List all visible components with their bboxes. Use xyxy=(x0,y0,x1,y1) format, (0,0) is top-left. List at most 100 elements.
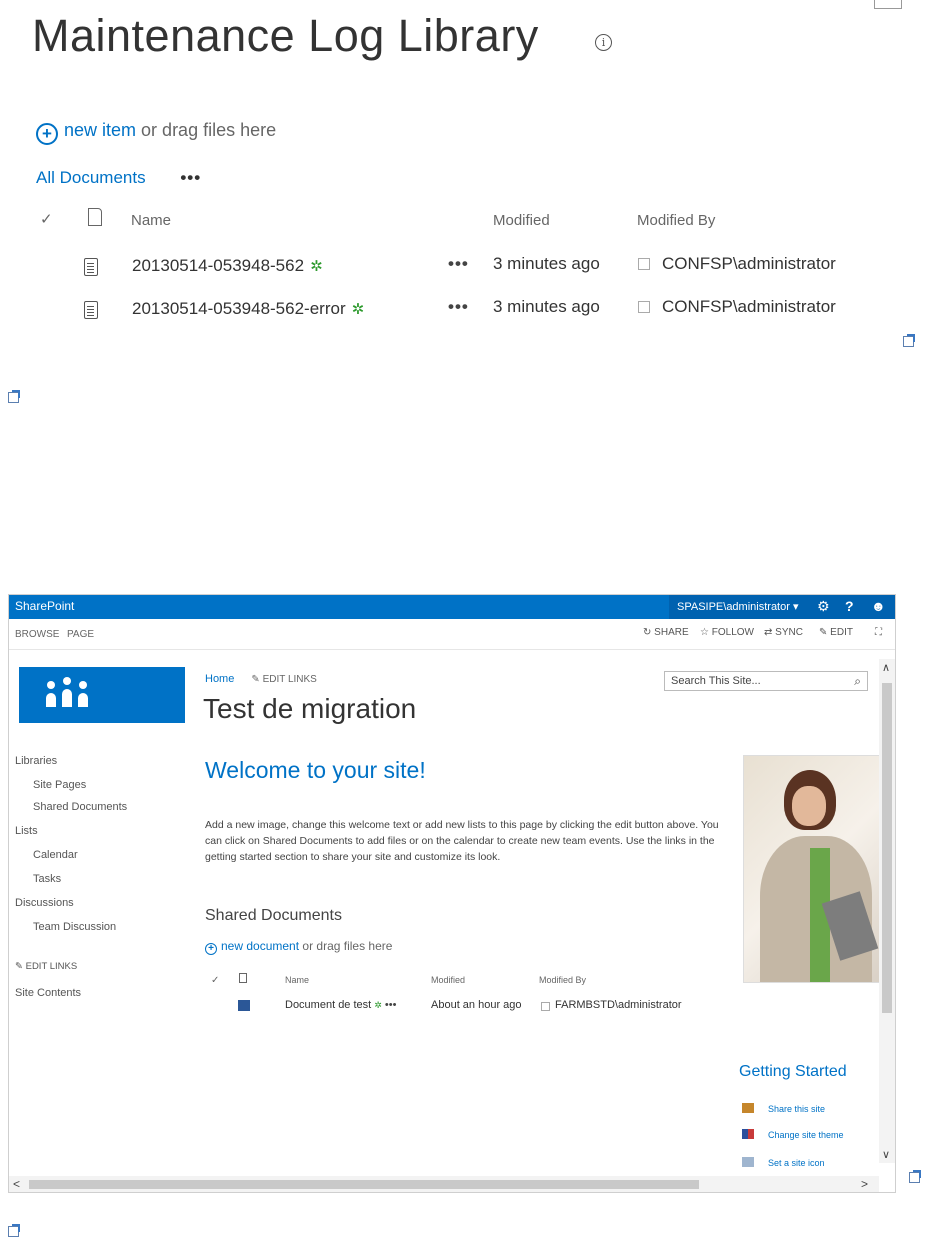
help-icon[interactable]: ? xyxy=(845,598,854,614)
breadcrumb: Home ✎ EDIT LINKS xyxy=(205,673,317,685)
info-icon[interactable]: i xyxy=(595,34,612,51)
word-document-icon xyxy=(238,1000,250,1011)
modified-value: 3 minutes ago xyxy=(493,297,600,316)
scroll-right-icon[interactable]: > xyxy=(861,1177,868,1191)
site-title[interactable]: Test de migration xyxy=(203,693,416,725)
modified-by-link[interactable]: CONFSP\administrator xyxy=(662,297,836,317)
column-header-name[interactable]: Name xyxy=(131,212,171,229)
share-site-icon xyxy=(742,1103,754,1113)
column-header-modified-by[interactable]: Modified By xyxy=(539,975,586,985)
external-link-icon[interactable] xyxy=(8,392,19,403)
add-icon[interactable]: + xyxy=(205,943,217,955)
welcome-heading: Welcome to your site! xyxy=(205,757,426,783)
site-logo[interactable] xyxy=(19,667,185,723)
new-item-link[interactable]: new item xyxy=(64,120,136,140)
item-menu-button[interactable]: ••• xyxy=(385,999,397,1011)
vertical-scroll-thumb[interactable] xyxy=(882,683,892,1013)
welcome-photo xyxy=(743,755,889,983)
gear-icon[interactable]: ⚙ xyxy=(817,598,830,615)
search-icon[interactable]: ⌕ xyxy=(854,674,861,689)
external-link-icon[interactable] xyxy=(903,336,914,347)
select-all-check-icon[interactable]: ✓ xyxy=(40,210,53,228)
pencil-icon: ✎ xyxy=(251,674,263,685)
presence-icon xyxy=(541,1002,550,1011)
sync-button[interactable]: ⇄ SYNC xyxy=(764,627,803,638)
text-document-icon xyxy=(84,258,98,276)
modified-by-link[interactable]: CONFSP\administrator xyxy=(662,254,836,274)
modified-by-link[interactable]: FARMBSTD\administrator xyxy=(555,999,682,1011)
change-theme-link[interactable]: Change site theme xyxy=(742,1129,844,1140)
drag-files-hint: or drag files here xyxy=(141,120,277,140)
column-header-modified-by[interactable]: Modified By xyxy=(637,212,715,229)
nav-shared-documents[interactable]: Shared Documents xyxy=(33,801,127,813)
share-button[interactable]: ↻ SHARE xyxy=(643,627,689,638)
suite-bar: SharePoint SPASIPE\administrator ▾ ⚙ ? ☻ xyxy=(9,595,895,619)
vertical-scrollbar[interactable]: ∧ ∨ xyxy=(879,659,895,1163)
file-type-header-icon xyxy=(88,208,102,226)
smiley-icon[interactable]: ☻ xyxy=(871,598,886,614)
nav-edit-links[interactable]: ✎ EDIT LINKS xyxy=(15,961,77,972)
add-icon[interactable]: + xyxy=(36,123,58,145)
pencil-icon: ✎ xyxy=(15,961,26,972)
pencil-icon: ✎ xyxy=(819,627,831,638)
nav-lists[interactable]: Lists xyxy=(15,825,38,837)
new-item-icon: ✲ xyxy=(310,258,323,275)
column-header-modified[interactable]: Modified xyxy=(493,212,550,229)
site-icon-icon xyxy=(742,1157,754,1167)
sharepoint-screenshot: SharePoint SPASIPE\administrator ▾ ⚙ ? ☻… xyxy=(8,594,896,1193)
nav-site-pages[interactable]: Site Pages xyxy=(33,779,86,791)
column-header-name[interactable]: Name xyxy=(285,975,309,985)
user-menu[interactable]: SPASIPE\administrator ▾ xyxy=(677,600,798,613)
document-name-link[interactable]: 20130514-053948-562 xyxy=(132,256,304,275)
horizontal-scrollbar[interactable]: < > xyxy=(9,1176,879,1192)
select-all-check-icon[interactable]: ✓ xyxy=(211,975,219,986)
nav-discussions[interactable]: Discussions xyxy=(15,897,74,909)
view-selector: All Documents ••• xyxy=(36,168,201,188)
scroll-down-icon[interactable]: ∨ xyxy=(882,1148,890,1161)
scroll-left-icon[interactable]: < xyxy=(13,1177,20,1191)
share-site-link[interactable]: Share this site xyxy=(742,1103,825,1114)
nav-site-contents[interactable]: Site Contents xyxy=(15,987,81,999)
sync-icon: ⇄ xyxy=(764,627,776,638)
ribbon: BROWSE PAGE ↻ SHARE ☆ FOLLOW ⇄ SYNC ✎ ED… xyxy=(9,619,895,650)
tab-browse[interactable]: BROWSE xyxy=(15,629,59,640)
text-document-icon xyxy=(84,301,98,319)
more-views-button[interactable]: ••• xyxy=(180,168,201,187)
follow-button[interactable]: ☆ FOLLOW xyxy=(700,627,754,638)
item-menu-button[interactable]: ••• xyxy=(448,297,469,317)
scroll-up-icon[interactable]: ∧ xyxy=(882,661,890,674)
focus-content-icon[interactable]: ⛶ xyxy=(875,627,882,638)
table-row[interactable]: 20130514-053948-562 ✲ ••• 3 minutes ago C… xyxy=(0,252,942,288)
modified-value: About an hour ago xyxy=(431,999,522,1011)
sharepoint-brand[interactable]: SharePoint xyxy=(15,599,74,613)
external-link-icon[interactable] xyxy=(909,1172,920,1183)
edit-button[interactable]: ✎ EDIT xyxy=(819,627,853,638)
page-title: Maintenance Log Library xyxy=(32,10,539,61)
edit-links-top[interactable]: ✎ EDIT LINKS xyxy=(251,674,316,685)
nav-tasks[interactable]: Tasks xyxy=(33,873,61,885)
external-link-icon[interactable] xyxy=(8,1226,19,1237)
new-document-link[interactable]: new document xyxy=(221,939,299,953)
presence-icon xyxy=(638,258,650,270)
document-name-link[interactable]: 20130514-053948-562-error xyxy=(132,299,346,318)
table-row[interactable]: 20130514-053948-562-error ✲ ••• 3 minutes… xyxy=(0,295,942,331)
column-header-modified[interactable]: Modified xyxy=(431,975,465,985)
breadcrumb-home[interactable]: Home xyxy=(205,673,234,685)
nav-calendar[interactable]: Calendar xyxy=(33,849,78,861)
file-type-header-icon xyxy=(239,973,247,983)
star-icon: ☆ xyxy=(700,627,712,638)
share-icon: ↻ xyxy=(643,627,655,638)
modified-value: 3 minutes ago xyxy=(493,254,600,273)
welcome-text: Add a new image, change this welcome tex… xyxy=(205,819,719,863)
document-name-link[interactable]: Document de test ✲ ••• xyxy=(285,999,396,1011)
search-input[interactable]: Search This Site... ⌕ xyxy=(664,671,868,691)
item-menu-button[interactable]: ••• xyxy=(448,254,469,274)
tab-page[interactable]: PAGE xyxy=(67,629,94,640)
nav-team-discussion[interactable]: Team Discussion xyxy=(33,921,116,933)
view-all-documents[interactable]: All Documents xyxy=(36,168,146,187)
horizontal-scroll-thumb[interactable] xyxy=(29,1180,699,1189)
shared-documents-title[interactable]: Shared Documents xyxy=(205,907,342,925)
site-icon-link[interactable]: Set a site icon xyxy=(742,1157,825,1168)
nav-libraries[interactable]: Libraries xyxy=(15,755,57,767)
new-document-row: + new document or drag files here xyxy=(205,939,392,955)
